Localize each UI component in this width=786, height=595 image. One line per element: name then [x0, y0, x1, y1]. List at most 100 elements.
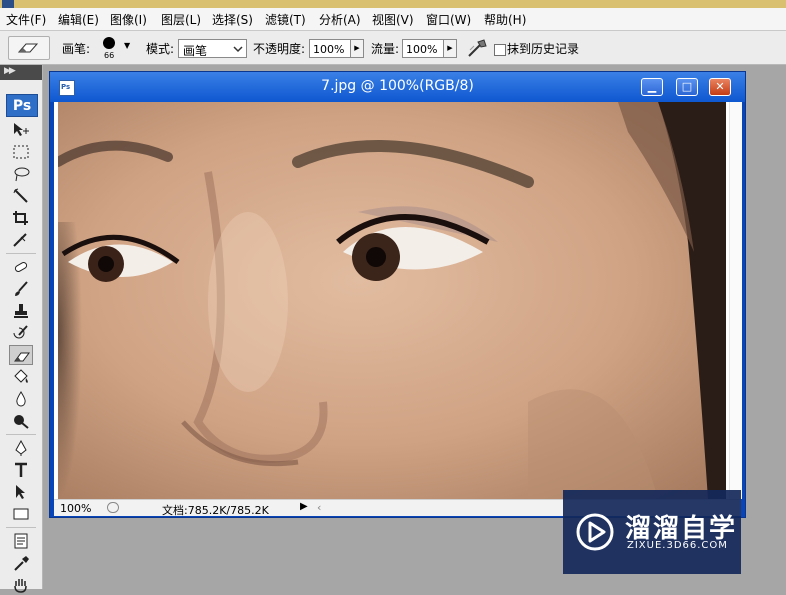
tool-pen[interactable] [9, 438, 33, 458]
doc-info: 文档:785.2K/785.2K [162, 504, 269, 517]
tool-shape[interactable] [9, 504, 33, 524]
tool-move[interactable] [9, 120, 33, 140]
brush-size: 66 [104, 51, 115, 60]
image-canvas[interactable] [58, 102, 726, 499]
ps-logo[interactable]: Ps [6, 94, 38, 117]
move-icon [14, 123, 29, 136]
opacity-slider-button[interactable]: ▶ [350, 39, 364, 58]
brush-icon [15, 281, 28, 296]
flow-label: 流量: [371, 42, 400, 56]
menu-select[interactable]: 选择(S) [212, 11, 253, 28]
menu-file[interactable]: 文件(F) [6, 11, 46, 28]
lasso-icon [14, 167, 30, 182]
zoom-icon[interactable] [107, 502, 119, 513]
flow-input[interactable]: 100% [402, 39, 444, 58]
app-icon [2, 0, 14, 8]
history-brush-icon [13, 325, 28, 339]
chevron-down-icon [233, 46, 243, 53]
pen-icon [15, 440, 27, 456]
document-window: Ps 7.jpg @ 100%(RGB/8) ▁ □ ✕ 100% 文档:785… [49, 71, 746, 518]
mode-value: 画笔 [183, 44, 208, 58]
opacity-value: 100% [313, 43, 345, 56]
menu-help[interactable]: 帮助(H) [484, 11, 526, 28]
erase-history-label: 抹到历史记录 [507, 42, 580, 56]
erase-history-checkbox[interactable] [494, 44, 506, 56]
watermark-url: ZIXUE.3D66.COM [627, 540, 728, 551]
mode-select[interactable]: 画笔 [178, 39, 247, 58]
toolbox-grip[interactable]: ▶▶ [0, 65, 42, 80]
document-title-bar[interactable]: Ps 7.jpg @ 100%(RGB/8) ▁ □ ✕ [50, 72, 745, 102]
mode-label: 模式: [146, 42, 175, 56]
menu-analysis[interactable]: 分析(A) [319, 11, 361, 28]
crop-icon [13, 211, 28, 225]
menu-layer[interactable]: 图层(L) [161, 11, 201, 28]
bucket-icon [14, 369, 28, 383]
menu-edit[interactable]: 编辑(E) [58, 11, 99, 28]
tool-type[interactable] [9, 460, 33, 480]
brush-preview[interactable] [103, 37, 115, 49]
airbrush-icon[interactable] [466, 38, 488, 58]
tool-crop[interactable] [9, 208, 33, 228]
tool-magic-wand[interactable] [9, 186, 33, 206]
eyedropper-icon [14, 556, 29, 571]
tool-notes[interactable] [9, 531, 33, 551]
shape-icon [13, 508, 29, 520]
document-body: 100% 文档:785.2K/785.2K ▶ ‹ [54, 102, 742, 517]
tool-stamp[interactable] [9, 301, 33, 321]
toolbox-divider [6, 527, 36, 528]
maximize-icon: □ [681, 80, 693, 93]
double-arrow-icon: ▶▶ [4, 66, 16, 76]
tool-eyedropper[interactable] [9, 553, 33, 573]
healing-icon [14, 262, 28, 272]
brush-picker-arrow-icon[interactable]: ▼ [124, 41, 130, 50]
tool-lasso[interactable] [9, 164, 33, 184]
tool-hand[interactable] [9, 575, 33, 595]
blur-icon [16, 391, 26, 407]
menu-filter[interactable]: 滤镜(T) [265, 11, 306, 28]
close-button[interactable]: ✕ [709, 78, 731, 96]
tool-brush[interactable] [9, 279, 33, 299]
tool-slice[interactable] [9, 230, 33, 250]
zoom-level[interactable]: 100% [60, 502, 98, 515]
stamp-icon [14, 304, 28, 318]
scroll-left-icon[interactable]: ‹ [317, 501, 321, 514]
slice-icon [13, 233, 27, 247]
tool-blur[interactable] [9, 389, 33, 409]
vertical-scrollbar[interactable] [729, 102, 742, 499]
face-photo [58, 102, 726, 499]
tool-history-brush[interactable] [9, 323, 33, 343]
tool-healing[interactable] [9, 257, 33, 277]
type-icon [15, 462, 27, 477]
play-logo-icon [576, 513, 614, 551]
toolbox: ▶▶ Ps [0, 65, 43, 593]
status-menu-arrow-icon[interactable]: ▶ [300, 501, 308, 512]
eraser-icon [17, 43, 39, 53]
tool-bucket[interactable] [9, 367, 33, 387]
tool-eraser[interactable] [9, 345, 33, 365]
watermark: 溜溜自学 ZIXUE.3D66.COM [563, 490, 741, 574]
menu-image[interactable]: 图像(I) [110, 11, 147, 28]
maximize-button[interactable]: □ [676, 78, 698, 96]
minimize-button[interactable]: ▁ [641, 78, 663, 96]
tool-path-select[interactable] [9, 482, 33, 502]
close-icon: ✕ [715, 80, 725, 93]
hand-icon [14, 579, 27, 593]
menu-view[interactable]: 视图(V) [372, 11, 414, 28]
dodge-icon [14, 415, 29, 429]
opacity-label: 不透明度: [253, 42, 306, 56]
tool-dodge[interactable] [9, 411, 33, 431]
toolbox-divider [6, 434, 36, 435]
menu-window[interactable]: 窗口(W) [426, 11, 471, 28]
minimize-icon: ▁ [647, 80, 657, 93]
options-bar: 画笔: 66 ▼ 模式: 画笔 不透明度: 100% ▶ 流量: 100% ▶ … [0, 31, 786, 65]
tool-marquee[interactable] [9, 142, 33, 162]
marquee-icon [13, 145, 29, 159]
brush-label: 画笔: [62, 42, 91, 56]
flow-slider-button[interactable]: ▶ [443, 39, 457, 58]
tool-preset-picker[interactable] [8, 36, 50, 60]
menu-bar: 文件(F) 编辑(E) 图像(I) 图层(L) 选择(S) 滤镜(T) 分析(A… [0, 8, 786, 31]
magic-wand-icon [13, 188, 28, 203]
path-select-icon [16, 485, 25, 499]
toolbox-divider [6, 253, 36, 254]
opacity-input[interactable]: 100% [309, 39, 351, 58]
